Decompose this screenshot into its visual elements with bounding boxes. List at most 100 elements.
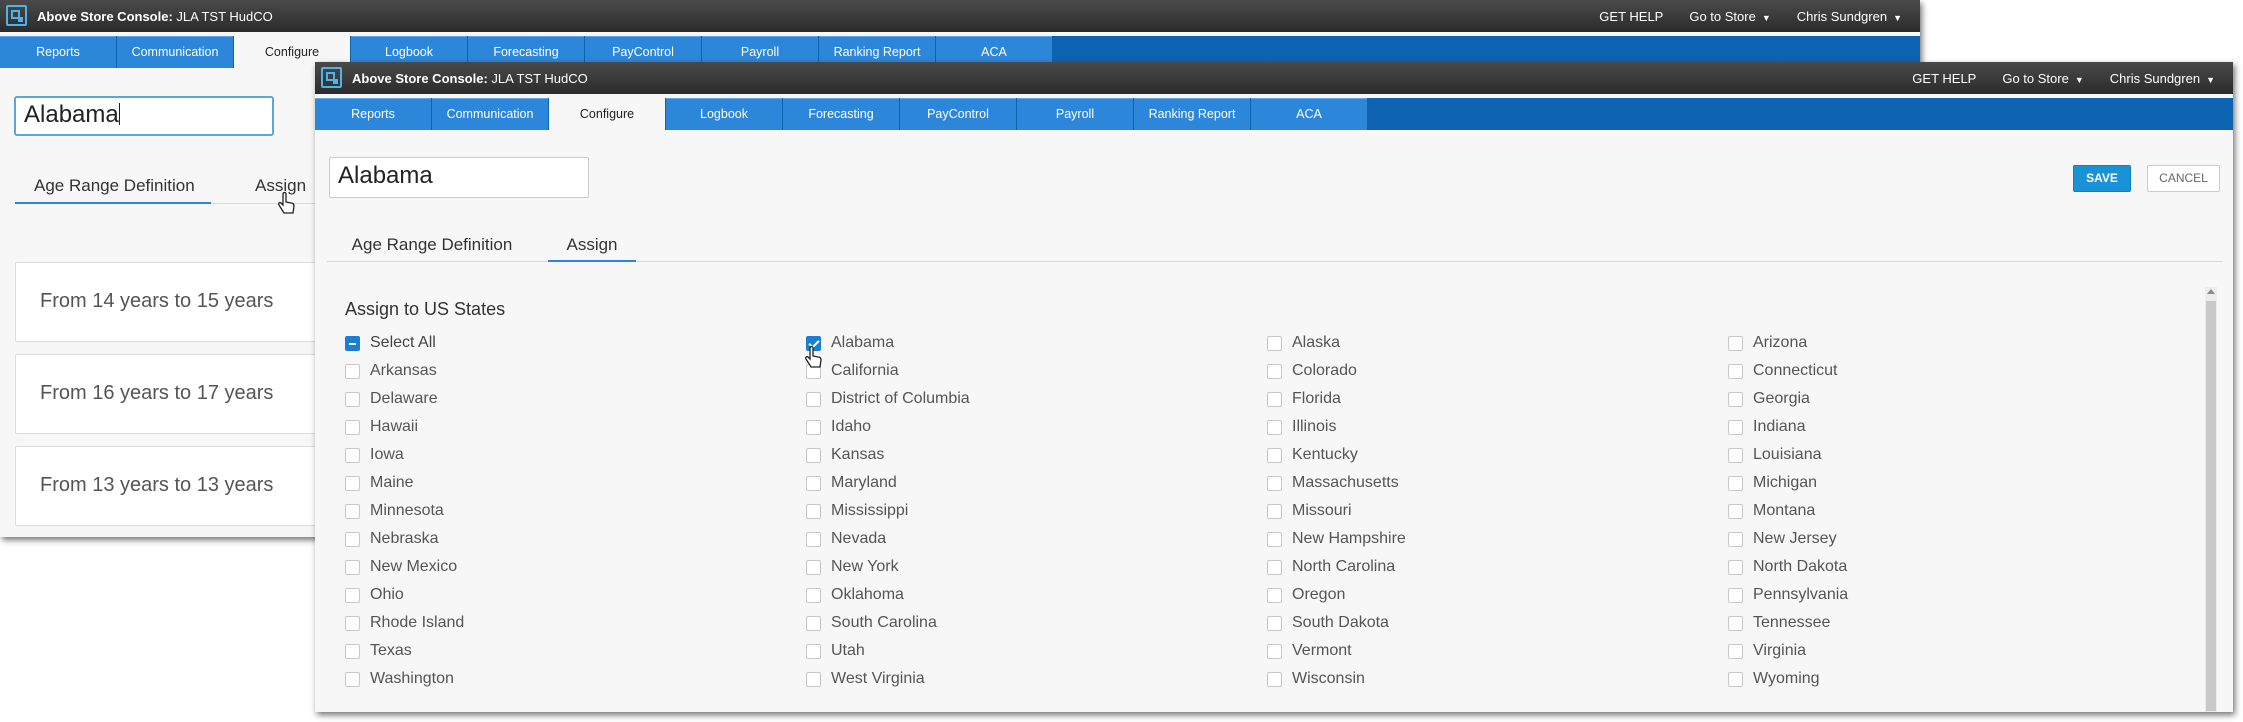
go-to-store-menu[interactable]: Go to Store ▼	[2002, 71, 2083, 86]
checkbox[interactable]	[1267, 531, 1282, 547]
state-checkbox-connecticut[interactable]: Connecticut	[1728, 360, 2148, 382]
state-checkbox-mississippi[interactable]: Mississippi	[806, 500, 1226, 522]
user-menu[interactable]: Chris Sundgren ▼	[1797, 9, 1902, 24]
checkbox[interactable]	[806, 559, 821, 575]
name-input[interactable]: Alabama	[14, 96, 274, 136]
state-checkbox-wisconsin[interactable]: Wisconsin	[1267, 668, 1687, 690]
name-input[interactable]: Alabama	[329, 157, 589, 198]
checkbox[interactable]	[806, 671, 821, 687]
scrollbar-thumb[interactable]	[2206, 301, 2216, 711]
state-checkbox-montana[interactable]: Montana	[1728, 500, 2148, 522]
checkbox[interactable]	[345, 475, 360, 491]
checkbox[interactable]	[1728, 615, 1743, 631]
state-checkbox-alaska[interactable]: Alaska	[1267, 332, 1687, 354]
checkbox[interactable]	[1267, 475, 1282, 491]
state-checkbox-maryland[interactable]: Maryland	[806, 472, 1226, 494]
state-checkbox-oklahoma[interactable]: Oklahoma	[806, 584, 1226, 606]
tab-assign[interactable]: Assign	[548, 228, 636, 262]
user-menu[interactable]: Chris Sundgren ▼	[2110, 71, 2215, 86]
age-range-card[interactable]: From 14 years to 15 years	[15, 262, 335, 342]
checkbox[interactable]	[806, 475, 821, 491]
tab-configure[interactable]: Configure	[549, 98, 665, 130]
state-checkbox-michigan[interactable]: Michigan	[1728, 472, 2148, 494]
checkbox[interactable]	[345, 643, 360, 659]
checkbox[interactable]	[345, 363, 360, 379]
checkbox[interactable]	[806, 615, 821, 631]
checkbox[interactable]	[345, 531, 360, 547]
age-range-card[interactable]: From 13 years to 13 years	[15, 446, 335, 526]
tab-communication[interactable]: Communication	[117, 36, 233, 68]
state-checkbox-nebraska[interactable]: Nebraska	[345, 528, 765, 550]
state-checkbox-missouri[interactable]: Missouri	[1267, 500, 1687, 522]
state-checkbox-texas[interactable]: Texas	[345, 640, 765, 662]
checkbox[interactable]	[345, 419, 360, 435]
state-checkbox-oregon[interactable]: Oregon	[1267, 584, 1687, 606]
state-checkbox-west-virginia[interactable]: West Virginia	[806, 668, 1226, 690]
state-checkbox-idaho[interactable]: Idaho	[806, 416, 1226, 438]
state-checkbox-arizona[interactable]: Arizona	[1728, 332, 2148, 354]
checkbox[interactable]	[1728, 503, 1743, 519]
age-range-card[interactable]: From 16 years to 17 years	[15, 354, 335, 434]
checkbox[interactable]	[345, 447, 360, 463]
tab-payroll[interactable]: Payroll	[1017, 98, 1133, 130]
checkbox[interactable]	[345, 615, 360, 631]
checkbox[interactable]	[1728, 391, 1743, 407]
state-checkbox-new-mexico[interactable]: New Mexico	[345, 556, 765, 578]
tab-forecasting[interactable]: Forecasting	[783, 98, 899, 130]
state-checkbox-district-of-columbia[interactable]: District of Columbia	[806, 388, 1226, 410]
state-checkbox-south-dakota[interactable]: South Dakota	[1267, 612, 1687, 634]
scroll-up-arrow-icon[interactable]	[2207, 289, 2215, 294]
checkbox[interactable]	[1728, 643, 1743, 659]
checkbox[interactable]	[345, 671, 360, 687]
cancel-button[interactable]: CANCEL	[2147, 165, 2220, 192]
tab-age-range-definition[interactable]: Age Range Definition	[337, 228, 527, 262]
state-checkbox-arkansas[interactable]: Arkansas	[345, 360, 765, 382]
checkbox[interactable]	[1267, 503, 1282, 519]
select-all-box[interactable]	[345, 335, 360, 351]
get-help-link[interactable]: GET HELP	[1599, 9, 1663, 24]
tab-age-range-definition[interactable]: Age Range Definition	[15, 170, 211, 204]
checkbox[interactable]	[345, 503, 360, 519]
tab-paycontrol[interactable]: PayControl	[900, 98, 1016, 130]
checkbox[interactable]	[806, 587, 821, 603]
checkbox[interactable]	[345, 559, 360, 575]
tab-logbook[interactable]: Logbook	[666, 98, 782, 130]
tab-reports[interactable]: Reports	[315, 98, 431, 130]
state-checkbox-indiana[interactable]: Indiana	[1728, 416, 2148, 438]
checkbox[interactable]	[1267, 615, 1282, 631]
state-checkbox-iowa[interactable]: Iowa	[345, 444, 765, 466]
save-button[interactable]: SAVE	[2073, 165, 2131, 192]
state-checkbox-tennessee[interactable]: Tennessee	[1728, 612, 2148, 634]
tab-communication[interactable]: Communication	[432, 98, 548, 130]
checkbox[interactable]	[1267, 391, 1282, 407]
state-checkbox-new-jersey[interactable]: New Jersey	[1728, 528, 2148, 550]
checkbox[interactable]	[1728, 447, 1743, 463]
state-checkbox-hawaii[interactable]: Hawaii	[345, 416, 765, 438]
checkbox[interactable]	[1267, 447, 1282, 463]
checkbox[interactable]	[1267, 643, 1282, 659]
checkbox[interactable]	[1728, 363, 1743, 379]
state-checkbox-washington[interactable]: Washington	[345, 668, 765, 690]
state-checkbox-wyoming[interactable]: Wyoming	[1728, 668, 2148, 690]
checkbox[interactable]	[1728, 419, 1743, 435]
state-checkbox-north-carolina[interactable]: North Carolina	[1267, 556, 1687, 578]
checkbox[interactable]	[1728, 587, 1743, 603]
state-checkbox-massachusetts[interactable]: Massachusetts	[1267, 472, 1687, 494]
checkbox[interactable]	[1728, 559, 1743, 575]
checkbox[interactable]	[1267, 419, 1282, 435]
state-checkbox-kansas[interactable]: Kansas	[806, 444, 1226, 466]
checkbox[interactable]	[806, 391, 821, 407]
get-help-link[interactable]: GET HELP	[1912, 71, 1976, 86]
state-checkbox-new-york[interactable]: New York	[806, 556, 1226, 578]
tab-aca[interactable]: ACA	[1251, 98, 1367, 130]
state-checkbox-ohio[interactable]: Ohio	[345, 584, 765, 606]
state-checkbox-alabama[interactable]: Alabama	[806, 332, 1226, 354]
state-checkbox-south-carolina[interactable]: South Carolina	[806, 612, 1226, 634]
checkbox[interactable]	[345, 587, 360, 603]
state-checkbox-vermont[interactable]: Vermont	[1267, 640, 1687, 662]
checkbox[interactable]	[1267, 335, 1282, 351]
checkbox[interactable]	[806, 419, 821, 435]
state-checkbox-louisiana[interactable]: Louisiana	[1728, 444, 2148, 466]
state-checkbox-minnesota[interactable]: Minnesota	[345, 500, 765, 522]
checkbox[interactable]	[1728, 335, 1743, 351]
